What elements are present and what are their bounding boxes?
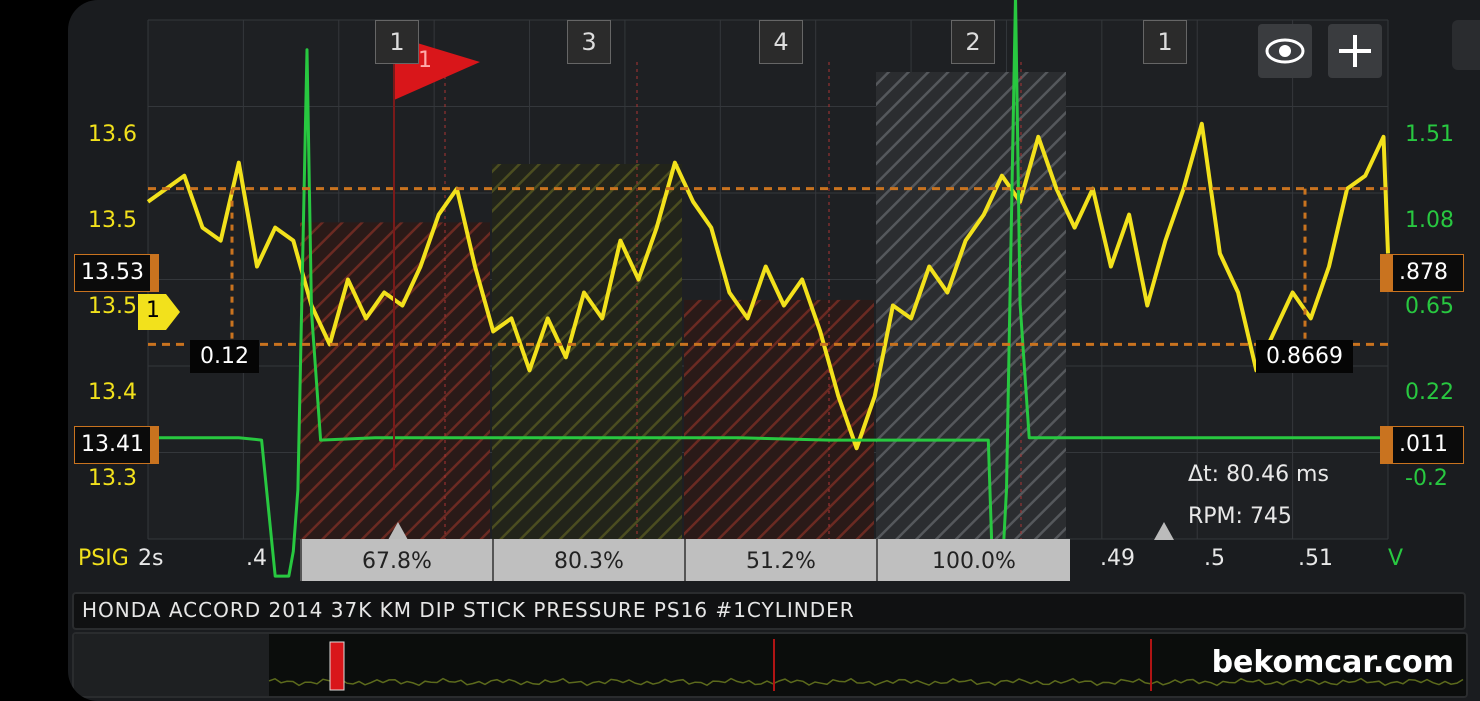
scope-window: 1 13.6 13.5 13.4 13.3 13.5 1.51 1.08 0.6… xyxy=(68,0,1480,701)
cursor-tag-right-top[interactable]: .878 xyxy=(1380,254,1464,292)
delta-t: Δt: 80.46 ms xyxy=(1188,462,1329,487)
flag-label: 1 xyxy=(418,48,432,73)
cursor-tag-left-bottom[interactable]: 13.41 xyxy=(74,426,159,464)
cursor-value: .878 xyxy=(1392,254,1464,292)
right-tick: 1.08 xyxy=(1405,208,1454,233)
delta-label: 0.12 xyxy=(190,340,259,373)
cylinder-percent: 67.8% xyxy=(300,539,492,581)
stats: Δt: 80.46 ms RPM: 745 xyxy=(1188,454,1329,538)
channel-marker-label: 1 xyxy=(146,298,160,323)
x-tick: .49 xyxy=(1100,546,1135,571)
cylinder-label[interactable]: 1 xyxy=(375,20,419,64)
eye-icon xyxy=(1265,38,1305,64)
delta-label: 0.8669 xyxy=(1256,340,1353,373)
cursor-value: .011 xyxy=(1392,426,1464,464)
cursor-value: 13.53 xyxy=(74,254,151,292)
left-axis-unit: PSIG xyxy=(78,546,129,571)
title-bar: HONDA ACCORD 2014 37K KM DIP STICK PRESS… xyxy=(72,592,1466,630)
channel-marker[interactable]: 1 xyxy=(138,294,180,330)
cylinder-label[interactable]: 2 xyxy=(951,20,995,64)
cylinder-bar xyxy=(492,163,682,539)
left-tick: 13.5 xyxy=(88,294,137,319)
right-axis-unit: V xyxy=(1388,546,1404,571)
plus-icon xyxy=(1339,35,1371,67)
cylinder-label[interactable]: 1 xyxy=(1143,20,1187,64)
left-tick: 13.6 xyxy=(88,122,137,147)
add-button[interactable] xyxy=(1328,24,1382,78)
x-tick: .51 xyxy=(1298,546,1333,571)
cursor-tag-left-top[interactable]: 13.53 xyxy=(74,254,159,292)
watermark: bekomcar.com xyxy=(1211,645,1454,680)
time-scale: 2s xyxy=(138,546,164,571)
overview-window[interactable] xyxy=(329,641,345,691)
waveform-title: HONDA ACCORD 2014 37K KM DIP STICK PRESS… xyxy=(82,598,855,622)
rpm-value: RPM: 745 xyxy=(1188,504,1292,529)
cursor-tag-right-bottom[interactable]: .011 xyxy=(1380,426,1464,464)
x-tick: .4 xyxy=(246,546,267,571)
cylinder-percent: 51.2% xyxy=(684,539,876,581)
cylinder-percent: 100.0% xyxy=(876,539,1070,581)
side-panel-handle[interactable] xyxy=(1452,20,1480,70)
left-tick: 13.4 xyxy=(88,380,137,405)
left-tick: 13.3 xyxy=(88,466,137,491)
right-tick: 1.51 xyxy=(1405,122,1454,147)
left-tick: 13.5 xyxy=(88,208,137,233)
x-tick: .5 xyxy=(1204,546,1225,571)
right-tick: 0.65 xyxy=(1405,294,1454,319)
right-tick: 0.22 xyxy=(1405,380,1454,405)
cursor-value: 13.41 xyxy=(74,426,151,464)
visibility-button[interactable] xyxy=(1258,24,1312,78)
cylinder-label[interactable]: 4 xyxy=(759,20,803,64)
cylinder-label[interactable]: 3 xyxy=(567,20,611,64)
cylinder-percent: 80.3% xyxy=(492,539,684,581)
right-tick: -0.2 xyxy=(1405,466,1448,491)
